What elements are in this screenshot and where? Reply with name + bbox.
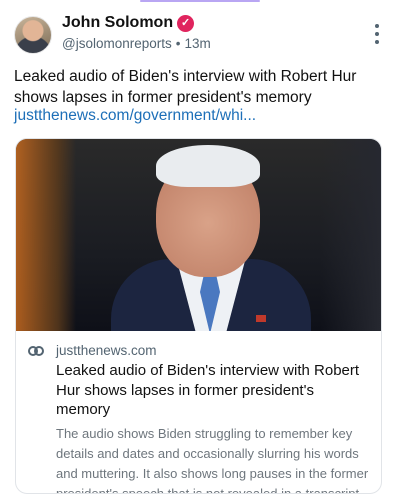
card-title[interactable]: Leaked audio of Biden's interview with R… (56, 361, 369, 420)
post-time[interactable]: 13m (184, 36, 210, 51)
post-text: Leaked audio of Biden's interview with R… (14, 68, 357, 106)
top-accent-bar (140, 0, 260, 2)
more-vertical-icon[interactable] (373, 24, 381, 44)
card-description: The audio shows Biden struggling to reme… (56, 425, 369, 494)
author-name[interactable]: John Solomon (62, 14, 173, 32)
author-handle[interactable]: @jsolomonreports (62, 36, 172, 51)
post-link[interactable]: justthenews.com/government/whi... (14, 106, 256, 126)
link-preview-card[interactable]: justthenews.com Leaked audio of Biden's … (15, 138, 382, 494)
card-body: justthenews.com Leaked audio of Biden's … (16, 331, 381, 494)
author-meta: @jsolomonreports • 13m (62, 36, 211, 51)
verified-check-icon: ✓ (177, 14, 195, 32)
link-icon (28, 346, 44, 356)
card-image[interactable] (16, 139, 381, 331)
author-row: John Solomon ✓ (62, 14, 195, 32)
post-header: John Solomon ✓ @jsolomonreports • 13m (14, 14, 383, 56)
avatar[interactable] (14, 16, 52, 54)
card-domain: justthenews.com (56, 343, 157, 358)
meta-separator: • (175, 36, 181, 51)
